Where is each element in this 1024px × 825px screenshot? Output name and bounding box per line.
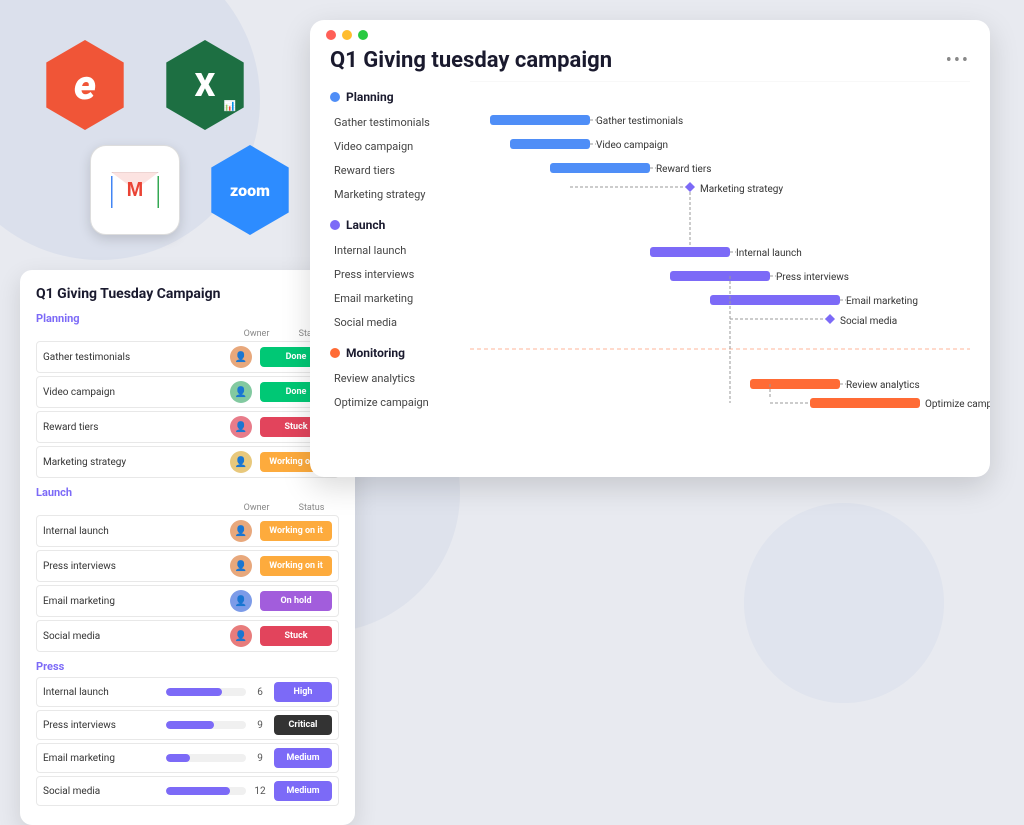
more-options-icon[interactable]: ••• — [946, 50, 970, 71]
svg-text:M: M — [127, 179, 144, 201]
avatar: 👤 — [230, 520, 252, 542]
planning-header: Planning — [330, 83, 470, 111]
table-row: Reward tiers 👤 Stuck — [36, 411, 339, 443]
gmail-icon: M — [90, 145, 180, 235]
main-card: Q1 Giving tuesday campaign ••• Planning … — [310, 20, 990, 477]
svg-text:Internal launch: Internal launch — [736, 248, 802, 259]
avatar: 👤 — [230, 381, 252, 403]
window-titlebar — [310, 20, 990, 40]
press-section-label: Press — [36, 660, 339, 673]
excel-icon: X 📊 — [160, 40, 250, 130]
avatar: 👤 — [230, 555, 252, 577]
svg-text:Review analytics: Review analytics — [846, 380, 920, 391]
svg-text:Marketing strategy: Marketing strategy — [700, 184, 783, 195]
status-badge: Medium — [274, 748, 332, 768]
window-close-dot — [326, 30, 336, 40]
list-item: Press interviews 9 Critical — [36, 710, 339, 740]
svg-text:Social media: Social media — [840, 316, 897, 327]
launch-section-label: Launch — [36, 486, 339, 499]
status-badge: High — [274, 682, 332, 702]
window-maximize-dot — [358, 30, 368, 40]
avatar: 👤 — [230, 451, 252, 473]
status-badge: Working on it — [260, 521, 332, 541]
status-badge: Critical — [274, 715, 332, 735]
gantt-labels: Planning Gather testimonials Video campa… — [310, 81, 470, 465]
window-minimize-dot — [342, 30, 352, 40]
status-badge: Medium — [274, 781, 332, 801]
eventbrite-icon: e — [40, 40, 130, 130]
status-badge: Working on it — [260, 556, 332, 576]
monitoring-header: Monitoring — [330, 339, 470, 367]
avatar: 👤 — [230, 346, 252, 368]
svg-text:Video campaign: Video campaign — [596, 140, 668, 151]
gantt-chart: Gather testimonials Video campaign Rewar… — [470, 81, 990, 465]
list-item: Internal launch 6 High — [36, 677, 339, 707]
svg-text:Optimize campaign: Optimize campaign — [925, 399, 990, 410]
left-card-title: Q1 Giving Tuesday Campaign — [36, 286, 339, 302]
table-row: Press interviews 👤 Working on it — [36, 550, 339, 582]
status-badge: Stuck — [260, 626, 332, 646]
avatar: 👤 — [230, 625, 252, 647]
table-row: Video campaign 👤 Done — [36, 376, 339, 408]
priority-section: Press Internal launch 6 High Press inter… — [36, 660, 339, 806]
svg-text:Reward tiers: Reward tiers — [656, 164, 711, 175]
card-header: Q1 Giving tuesday campaign ••• — [310, 40, 990, 81]
planning-col-headers: Owner Status — [36, 329, 339, 339]
svg-text:Email marketing: Email marketing — [846, 296, 918, 307]
bg-decoration-3 — [744, 503, 944, 703]
left-card: Q1 Giving Tuesday Campaign Planning Owne… — [20, 270, 355, 825]
svg-text:Press interviews: Press interviews — [776, 272, 849, 283]
gantt-view: Planning Gather testimonials Video campa… — [310, 81, 990, 477]
integrations-area: e X 📊 M zoom — [30, 30, 320, 250]
list-item: Email marketing 9 Medium — [36, 743, 339, 773]
table-row: Social media 👤 Stuck — [36, 620, 339, 652]
table-row: Gather testimonials 👤 Done — [36, 341, 339, 373]
table-row: Marketing strategy 👤 Working on it — [36, 446, 339, 478]
svg-text:Gather testimonials: Gather testimonials — [596, 116, 683, 127]
launch-header: Launch — [330, 211, 470, 239]
avatar: 👤 — [230, 416, 252, 438]
table-row: Email marketing 👤 On hold — [36, 585, 339, 617]
avatar: 👤 — [230, 590, 252, 612]
page-title: Q1 Giving tuesday campaign — [330, 48, 612, 73]
zoom-icon: zoom — [205, 145, 295, 235]
planning-section-label: Planning — [36, 312, 339, 325]
table-row: Internal launch 👤 Working on it — [36, 515, 339, 547]
list-item: Social media 12 Medium — [36, 776, 339, 806]
launch-col-headers: Owner Status — [36, 503, 339, 513]
status-badge: On hold — [260, 591, 332, 611]
